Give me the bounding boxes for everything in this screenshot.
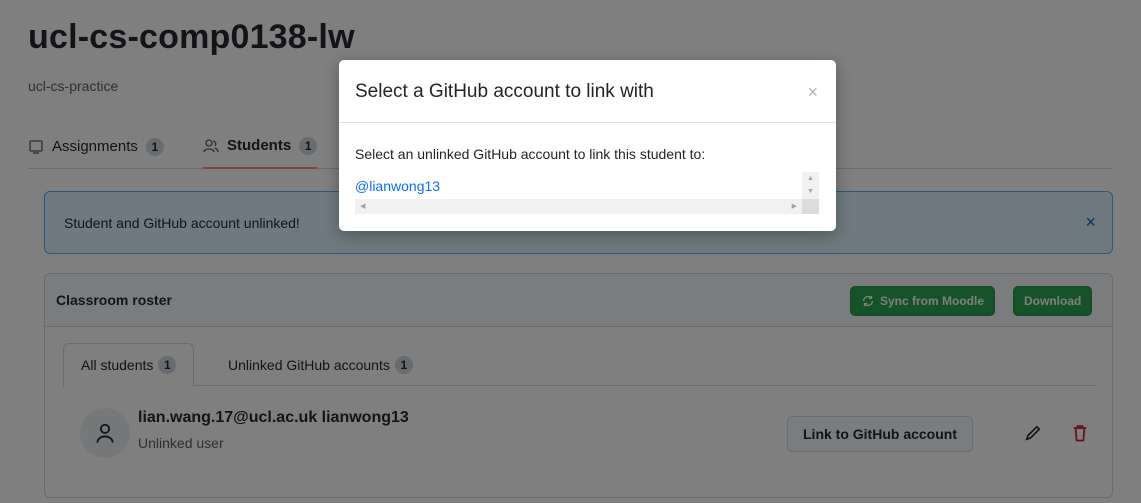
close-icon[interactable]: × — [807, 82, 818, 103]
horizontal-scrollbar[interactable]: ◀ ▶ — [355, 199, 802, 214]
modal-title: Select a GitHub account to link with — [355, 81, 654, 102]
modal-instruction: Select an unlinked GitHub account to lin… — [355, 146, 706, 162]
link-account-modal: Select a GitHub account to link with × S… — [339, 60, 836, 231]
scroll-right-icon[interactable]: ▶ — [792, 203, 797, 210]
vertical-scrollbar[interactable]: ▲ ▼ — [802, 172, 819, 199]
modal-header: Select a GitHub account to link with × — [339, 60, 836, 123]
scroll-up-icon[interactable]: ▲ — [807, 175, 814, 182]
scrollbar-corner — [802, 199, 819, 214]
scroll-left-icon[interactable]: ◀ — [360, 203, 365, 210]
github-account-select[interactable]: @lianwong13 ▲ ▼ ◀ ▶ — [355, 172, 819, 216]
scroll-down-icon[interactable]: ▼ — [807, 188, 814, 195]
account-option[interactable]: @lianwong13 — [355, 178, 440, 194]
